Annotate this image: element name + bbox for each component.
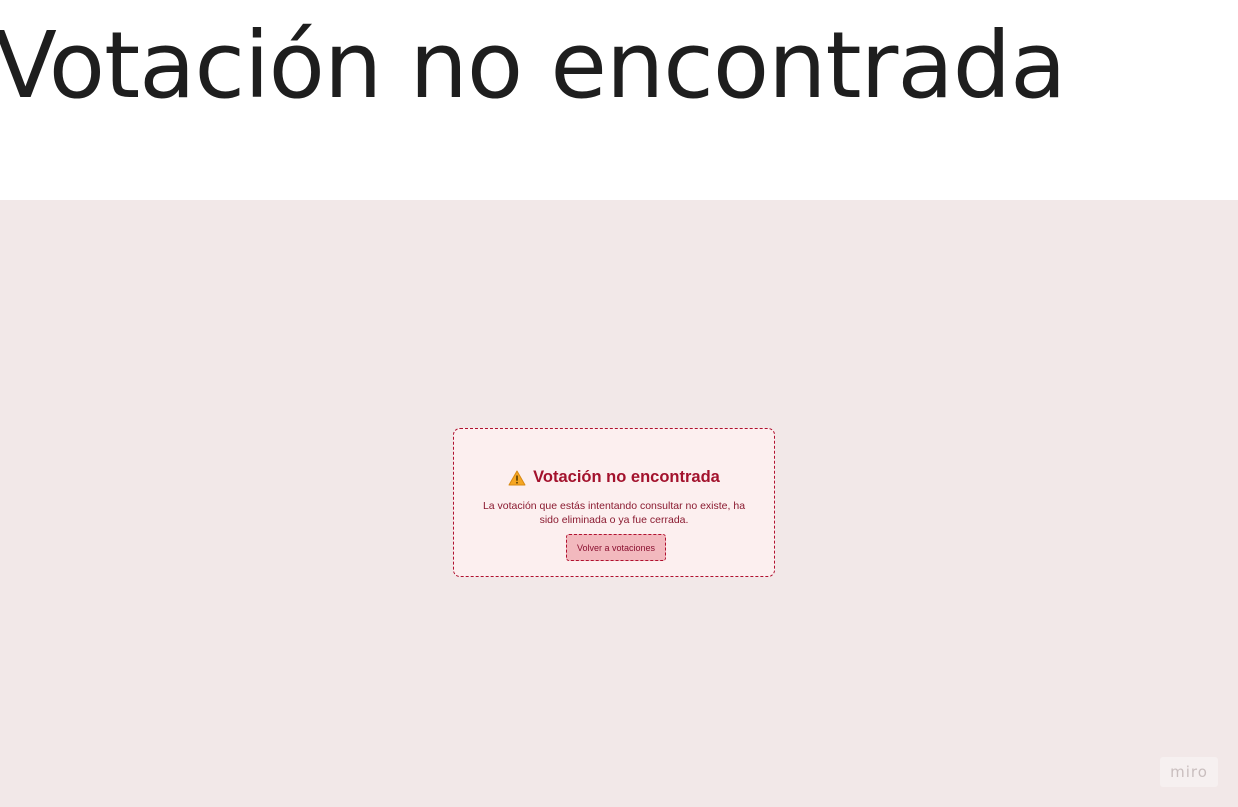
card-title-row: Votación no encontrada	[454, 468, 774, 487]
board-canvas: Votación no encontrada La votación que e…	[0, 200, 1238, 807]
page-title: Votación no encontrada	[0, 12, 1066, 119]
card-message: La votación que estás intentando consult…	[482, 500, 746, 526]
card-title: Votación no encontrada	[533, 468, 720, 486]
miro-logo: miro	[1160, 757, 1218, 787]
back-to-votes-button[interactable]: Volver a votaciones	[566, 534, 666, 561]
warning-icon	[508, 470, 526, 486]
not-found-card: Votación no encontrada La votación que e…	[453, 428, 775, 577]
